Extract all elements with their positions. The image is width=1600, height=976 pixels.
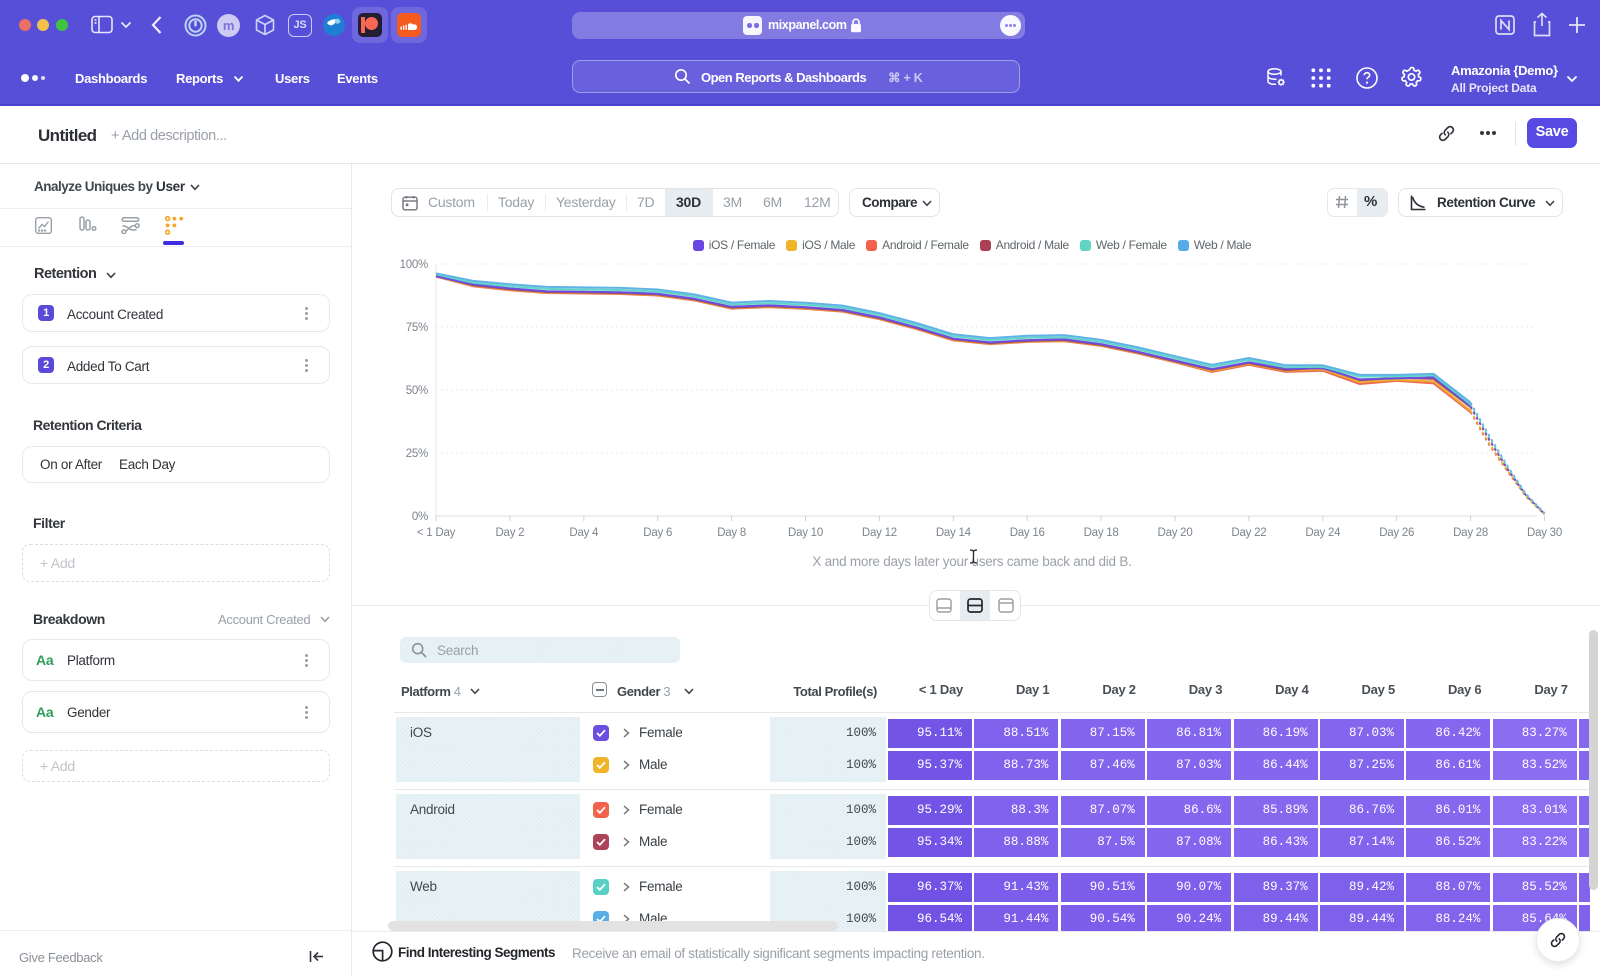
svg-text:Day 22: Day 22 xyxy=(1231,527,1266,539)
svg-text:Day 8: Day 8 xyxy=(717,527,746,539)
svg-text:Day 20: Day 20 xyxy=(1158,527,1193,539)
svg-text:Day 10: Day 10 xyxy=(788,527,823,539)
svg-text:Day 2: Day 2 xyxy=(496,527,525,539)
svg-text:0%: 0% xyxy=(412,511,428,523)
svg-text:Day 16: Day 16 xyxy=(1010,527,1045,539)
svg-text:25%: 25% xyxy=(406,448,428,460)
svg-text:< 1 Day: < 1 Day xyxy=(417,527,456,539)
svg-text:Day 12: Day 12 xyxy=(862,527,897,539)
svg-text:Day 30: Day 30 xyxy=(1527,527,1562,539)
svg-text:Day 24: Day 24 xyxy=(1305,527,1341,539)
svg-text:Day 4: Day 4 xyxy=(569,527,599,539)
svg-text:Day 14: Day 14 xyxy=(936,527,972,539)
svg-text:Day 26: Day 26 xyxy=(1379,527,1414,539)
svg-text:Day 6: Day 6 xyxy=(643,527,672,539)
svg-text:75%: 75% xyxy=(406,322,428,334)
svg-text:Day 18: Day 18 xyxy=(1084,527,1119,539)
svg-text:100%: 100% xyxy=(400,259,428,271)
svg-text:50%: 50% xyxy=(406,385,428,397)
svg-text:Day 28: Day 28 xyxy=(1453,527,1488,539)
